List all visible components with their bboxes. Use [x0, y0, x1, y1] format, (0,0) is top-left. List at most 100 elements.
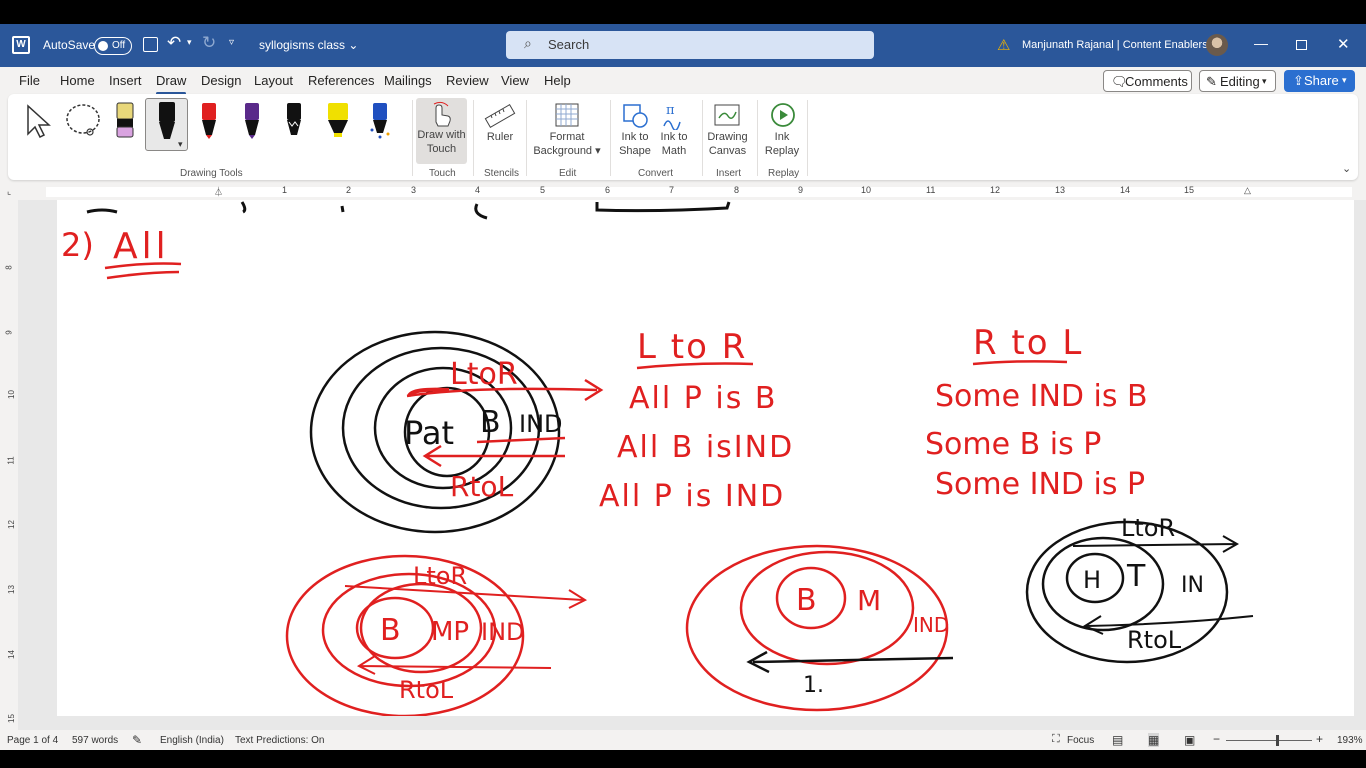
horizontal-ruler[interactable]: ⌞ ⏃ △ 1 2 3 4 5 6 7 8 9 10 11 12 13 14 1…	[0, 185, 1366, 199]
ink-to-shape-button[interactable]: Ink to Shape	[614, 130, 656, 158]
document-area[interactable]: 2) All Pat B IND LtoR RtoL L to R All P …	[18, 200, 1366, 730]
format-background-icon[interactable]	[553, 101, 581, 129]
tab-mailings[interactable]: Mailings	[384, 73, 432, 88]
eraser-pen-icon[interactable]	[114, 100, 136, 140]
close-icon[interactable]: ✕	[1337, 35, 1350, 53]
ribbon-collapse-icon[interactable]: ⌄	[1342, 162, 1351, 175]
rtol-underline	[972, 360, 1068, 366]
zoom-out-icon[interactable]: −	[1213, 732, 1220, 746]
search-box[interactable]: ⌕ Search	[506, 31, 874, 59]
svg-text:▾: ▾	[178, 139, 183, 149]
search-placeholder: Search	[548, 37, 590, 52]
vruler-mark: 8	[4, 265, 14, 270]
undo-icon[interactable]: ↶	[167, 33, 181, 53]
black-pen-selected[interactable]: ▾	[145, 98, 188, 151]
ink-canvas[interactable]: 2) All Pat B IND LtoR RtoL L to R All P …	[57, 200, 1354, 716]
indent-marker-icon[interactable]: ⏃	[214, 185, 223, 198]
vruler-mark: 11	[6, 456, 16, 465]
rtol-statement-1: Some IND is B	[935, 379, 1148, 414]
page-count[interactable]: Page 1 of 4	[7, 735, 58, 746]
minimize-icon[interactable]: —	[1254, 35, 1268, 51]
black-pen-icon[interactable]	[283, 100, 305, 140]
drawing-canvas-label-1: Drawing	[707, 131, 748, 143]
select-arrow-icon[interactable]	[24, 104, 54, 138]
save-icon[interactable]	[143, 37, 158, 52]
draw-with-touch-button[interactable]: Draw with Touch	[416, 98, 467, 164]
ribbon-divider	[412, 100, 413, 176]
group-edit: Edit	[559, 168, 577, 179]
red-circle2-core-label: B	[796, 583, 817, 618]
read-mode-icon[interactable]: ▤	[1112, 733, 1123, 747]
ruler-mark: 5	[540, 185, 546, 195]
ink-replay-icon[interactable]	[768, 100, 798, 130]
red-pen-icon[interactable]	[198, 100, 220, 140]
ruler-mark: 11	[926, 185, 936, 195]
warning-icon[interactable]: ⚠	[997, 36, 1010, 54]
tab-stop-icon[interactable]: ⌞	[7, 186, 11, 197]
ltor-statement-2: All B isIND	[617, 430, 794, 465]
group-stencils: Stencils	[484, 168, 520, 179]
zoom-slider[interactable]	[1226, 740, 1312, 741]
tab-insert[interactable]: Insert	[109, 73, 142, 88]
comments-button[interactable]: 🗨 Comments	[1103, 70, 1192, 92]
ink-to-math-icon[interactable]: π	[660, 100, 690, 130]
restore-icon[interactable]	[1296, 40, 1307, 50]
tab-view[interactable]: View	[501, 73, 529, 88]
proofing-icon[interactable]: ✎	[132, 733, 142, 747]
tab-home[interactable]: Home	[60, 73, 95, 88]
tab-design[interactable]: Design	[201, 73, 241, 88]
text-predictions[interactable]: Text Predictions: On	[235, 735, 324, 746]
language[interactable]: English (India)	[160, 735, 224, 746]
ink-to-math-button[interactable]: Ink to Math	[654, 130, 694, 158]
ink-replay-button[interactable]: Ink Replay	[762, 130, 802, 158]
web-layout-icon[interactable]: ▣	[1184, 733, 1195, 747]
tab-help[interactable]: Help	[544, 73, 571, 88]
tab-layout[interactable]: Layout	[254, 73, 293, 88]
share-button[interactable]: ⇪ Share ▾	[1284, 70, 1355, 92]
tab-file[interactable]: File	[19, 73, 40, 88]
vruler-mark: 14	[6, 650, 16, 659]
avatar[interactable]	[1206, 34, 1228, 56]
tab-review[interactable]: Review	[446, 73, 489, 88]
document-page[interactable]: 2) All Pat B IND LtoR RtoL L to R All P …	[57, 200, 1354, 716]
ruler-label[interactable]: Ruler	[482, 130, 518, 144]
undo-dropdown-icon[interactable]: ▾	[187, 37, 192, 48]
purple-pen-icon[interactable]	[241, 100, 263, 140]
red-circle2-middle	[739, 550, 915, 666]
tab-references[interactable]: References	[308, 73, 374, 88]
ltor-statement-1: All P is B	[629, 381, 777, 416]
zoom-level[interactable]: 193%	[1337, 735, 1363, 746]
zoom-in-icon[interactable]: +	[1316, 732, 1323, 746]
vruler-mark: 12	[6, 520, 16, 529]
vertical-ruler[interactable]: 8 9 10 11 12 13 14 15	[2, 200, 18, 730]
customize-qat-icon[interactable]: ▿	[229, 37, 234, 48]
user-name[interactable]: Manjunath Rajanal | Content Enablers	[1022, 39, 1208, 51]
document-title[interactable]: syllogisms class ⌄	[259, 38, 358, 52]
drawing-canvas-button[interactable]: Drawing Canvas	[704, 130, 751, 158]
drawing-canvas-icon[interactable]	[712, 100, 742, 130]
galaxy-pen-icon[interactable]	[368, 100, 392, 140]
zoom-slider-thumb[interactable]	[1276, 735, 1279, 746]
autosave-toggle[interactable]: Off	[94, 37, 132, 55]
comments-label: Comments	[1125, 74, 1188, 89]
tab-draw[interactable]: Draw	[156, 73, 187, 95]
yellow-highlighter-icon[interactable]	[325, 100, 351, 140]
ink-to-shape-label-2: Shape	[619, 145, 651, 157]
print-layout-icon[interactable]: ▦	[1148, 733, 1160, 747]
editing-label: Editing	[1220, 74, 1260, 89]
focus-icon[interactable]: ⛶	[1052, 733, 1060, 746]
right-indent-marker-icon[interactable]: △	[1244, 185, 1251, 196]
word-count[interactable]: 597 words	[72, 735, 118, 746]
share-chevron-icon: ▾	[1342, 75, 1347, 85]
red-circle1-rtol-label: RtoL	[399, 676, 454, 704]
editing-button[interactable]: ✎ Editing ▾	[1199, 70, 1276, 92]
lasso-select-icon[interactable]	[64, 102, 104, 140]
ruler-mark: 4	[475, 185, 481, 195]
group-replay: Replay	[768, 168, 800, 179]
focus-label[interactable]: Focus	[1067, 735, 1094, 746]
ruler-icon[interactable]	[484, 102, 516, 130]
redo-icon[interactable]: ↻	[202, 33, 216, 53]
format-background-button[interactable]: Format Background ▾	[528, 130, 606, 158]
ink-to-shape-icon[interactable]	[620, 100, 650, 130]
autosave-label: AutoSave	[43, 38, 96, 52]
